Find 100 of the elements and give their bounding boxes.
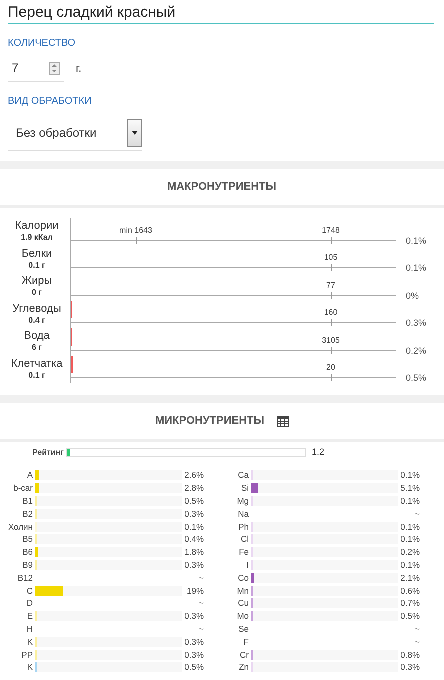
nutrient-name: Ph <box>238 522 250 532</box>
nutrient-name: H <box>26 624 34 634</box>
nutrient-percent: 1.8% <box>184 547 204 558</box>
nutrient-percent: 0.1% <box>400 522 420 532</box>
nutrient-name: Ca <box>237 470 250 480</box>
macro-name: Жиры <box>20 276 54 287</box>
macro-percent: 0.5% <box>405 372 427 383</box>
nutrient-percent: 0.1% <box>400 470 420 480</box>
nutrient-percent: 0.1% <box>400 534 420 544</box>
quantity-field[interactable]: 7 <box>8 61 64 82</box>
macro-name: Белки <box>20 248 54 260</box>
rating-label: Рейтинг <box>31 448 64 456</box>
target-value: 20 <box>326 363 336 372</box>
nutrient-name: Холин <box>7 522 34 532</box>
nutrient-percent: ~ <box>415 624 420 634</box>
nutrient-name: I <box>246 560 250 570</box>
nutrient-name: Si <box>240 483 250 494</box>
target-value: 160 <box>324 308 338 317</box>
nutrient-percent: 0.3% <box>184 636 204 647</box>
nutrient-percent: 0.2% <box>400 547 420 558</box>
macro-percent: 0.3% <box>405 317 427 328</box>
nutrient-percent: 0.5% <box>184 662 204 672</box>
macro-amount: 0 г <box>30 287 43 298</box>
nutrient-name: B9 <box>22 560 34 570</box>
nutrient-name: E <box>26 611 34 622</box>
nutrient-name: Cl <box>240 534 250 544</box>
nutrient-percent: 2.8% <box>184 483 204 494</box>
nutrient-percent: 0.1% <box>184 522 204 532</box>
nutrient-name: PP <box>20 650 34 660</box>
nutrient-name: K <box>26 662 34 672</box>
nutrient-percent: 0.7% <box>400 598 420 608</box>
nutrient-name: C <box>26 586 34 596</box>
table-icon[interactable] <box>276 416 289 426</box>
macro-name: Вода <box>23 331 51 342</box>
target-value: 1748 <box>322 226 340 234</box>
nutrient-name: D <box>26 598 34 608</box>
nutrient-name: Fe <box>238 547 250 558</box>
processing-label: ВИД ОБРАБОТКИ <box>8 96 93 107</box>
nutrient-name: B1 <box>22 496 34 506</box>
nutrient-percent: 0.5% <box>184 496 204 506</box>
spinner-icon[interactable] <box>49 62 60 74</box>
nutrient-percent: 0.5% <box>400 611 420 622</box>
nutrient-name: A <box>26 470 34 480</box>
nutrient-name: Na <box>237 508 250 519</box>
nutrient-percent: 0.3% <box>184 560 204 570</box>
nutrient-name: B5 <box>22 534 34 544</box>
macro-amount: 1.9 кКал <box>20 232 54 243</box>
nutrient-name: B6 <box>22 547 34 558</box>
nutrient-name: Mo <box>236 611 250 622</box>
macro-name: Калории <box>14 221 60 232</box>
macro-amount: 0.1 г <box>28 260 46 270</box>
macro-percent: 0.1% <box>405 234 427 246</box>
nutrient-name: Cu <box>237 598 250 608</box>
nutrient-name: B12 <box>16 572 34 583</box>
nutrient-name: Cr <box>239 650 250 660</box>
nutrient-percent: ~ <box>415 508 420 519</box>
macro-percent: 0% <box>405 290 420 300</box>
quantity-label: КОЛИЧЕСТВО <box>8 38 77 49</box>
target-value: 77 <box>326 280 336 290</box>
nutrient-name: B2 <box>22 508 34 519</box>
macro-name: Клетчатка <box>10 358 64 370</box>
nutrient-percent: 0.3% <box>184 650 204 660</box>
nutrient-name: Zn <box>238 662 250 672</box>
nutrient-name: F <box>242 636 250 647</box>
rating-value: 1.2 <box>312 447 325 457</box>
macro-amount: 6 г <box>30 342 43 353</box>
nutrient-percent: 0.3% <box>184 611 204 622</box>
unit-label: г. <box>76 62 82 74</box>
processing-dropdown[interactable]: Без обработки <box>8 117 142 151</box>
nutrient-name: K <box>26 636 34 647</box>
nutrient-name: Co <box>237 572 250 583</box>
nutrient-percent: 2.6% <box>184 470 204 480</box>
section-title: МАКРОНУТРИЕНТЫ <box>167 181 277 193</box>
target-value: 105 <box>324 253 338 262</box>
nutrient-name: Mg <box>236 496 250 506</box>
nutrient-percent: ~ <box>199 598 204 608</box>
nutrient-percent: 0.4% <box>184 534 204 544</box>
min-label: min 1643 <box>120 226 152 234</box>
nutrient-percent: ~ <box>199 624 204 634</box>
nutrient-name: Mn <box>236 586 250 596</box>
target-value: 3105 <box>322 336 340 344</box>
nutrient-percent: ~ <box>415 636 420 647</box>
nutrient-percent: 0.6% <box>400 586 420 596</box>
macro-percent: 0.2% <box>405 344 427 356</box>
nutrient-percent: 0.1% <box>400 496 420 506</box>
product-title: Перец сладкий красный <box>8 4 434 24</box>
macro-name: Углеводы <box>12 304 62 314</box>
nutrient-percent: 0.3% <box>400 662 420 672</box>
macro-amount: 0.1 г <box>28 370 46 380</box>
nutrient-name: Se <box>238 624 250 634</box>
macro-percent: 0.1% <box>405 262 427 273</box>
caret-icon <box>132 131 138 135</box>
nutrient-percent: 5.1% <box>400 483 420 494</box>
nutrient-name: b-car <box>12 483 34 494</box>
nutrient-percent: ~ <box>199 572 204 583</box>
nutrient-percent: 2.1% <box>400 572 420 583</box>
nutrient-percent: 19% <box>186 586 204 596</box>
nutrient-percent: 0.8% <box>400 650 420 660</box>
macro-amount: 0.4 г <box>28 314 46 326</box>
nutrient-percent: 0.1% <box>400 560 420 570</box>
